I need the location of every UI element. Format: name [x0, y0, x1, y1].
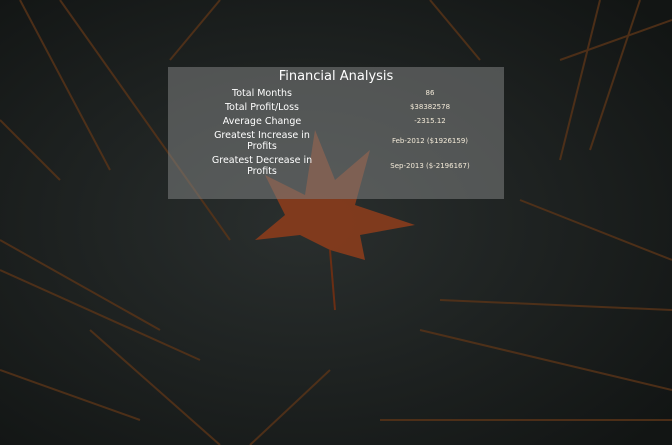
table-row: Greatest Increase in Profits Feb-2012 ($…: [168, 128, 504, 153]
row-label: Total Months: [232, 87, 292, 99]
summary-table: Total Months 86 Total Profit/Loss $38382…: [168, 86, 504, 178]
table-row: Average Change -2315.12: [168, 114, 504, 128]
table-row: Greatest Decrease in Profits Sep-2013 ($…: [168, 153, 504, 178]
row-value: $38382578: [409, 103, 451, 111]
row-label: Average Change: [222, 115, 302, 127]
row-value: -2315.12: [414, 117, 446, 125]
row-label: Greatest Increase in Profits: [214, 129, 310, 152]
row-value: Feb-2012 ($1926159): [391, 136, 469, 145]
row-label: Greatest Decrease in Profits: [211, 154, 313, 177]
row-label: Total Profit/Loss: [224, 101, 300, 113]
panel-title: Financial Analysis: [278, 69, 394, 84]
table-row: Total Months 86: [168, 86, 504, 100]
financial-analysis-panel: Financial Analysis Total Months 86 Total…: [168, 67, 504, 199]
table-row: Total Profit/Loss $38382578: [168, 100, 504, 114]
row-value: Sep-2013 ($-2196167): [390, 161, 470, 170]
row-value: 86: [425, 89, 435, 97]
